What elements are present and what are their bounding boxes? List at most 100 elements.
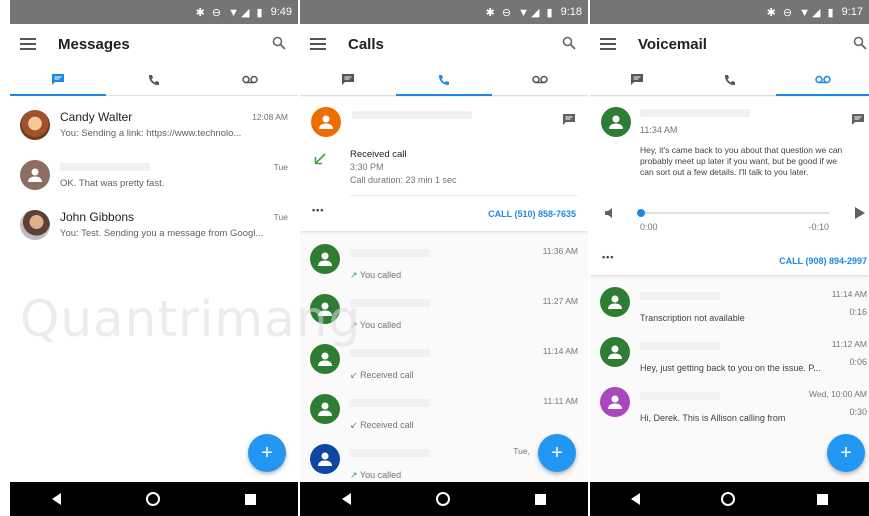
call-type: You called (359, 270, 402, 280)
messages-screen: ✱ ⊖ ▼◢ ▮ 9:49 Messages Candy Walter You:… (10, 0, 298, 516)
more-options-button[interactable]: ••• (312, 205, 324, 215)
home-icon[interactable] (721, 492, 736, 506)
nav-bar (300, 482, 588, 516)
app-bar: Messages (10, 24, 298, 64)
received-call-icon (314, 153, 326, 165)
avatar (600, 387, 630, 417)
tab-bar (10, 64, 298, 96)
more-options-button[interactable]: ••• (602, 252, 614, 262)
message-time: 12:08 AM (252, 112, 288, 122)
person-icon (608, 395, 622, 409)
call-type: Received call (360, 370, 414, 380)
message-preview: You: Test. Sending you a message from Go… (60, 228, 264, 239)
phone-icon (439, 74, 449, 85)
call-time: 11:14 AM (542, 346, 578, 356)
person-icon (319, 115, 333, 129)
dialpad-button[interactable]: + (538, 434, 576, 472)
play-icon[interactable] (854, 207, 865, 219)
speaker-icon[interactable] (604, 207, 616, 219)
tab-voicemail[interactable] (492, 64, 588, 95)
tab-calls[interactable] (683, 64, 776, 95)
tab-voicemail[interactable] (202, 64, 298, 95)
menu-icon[interactable] (600, 38, 616, 50)
playback-slider[interactable] (637, 209, 829, 217)
tab-messages[interactable] (10, 64, 106, 96)
list-item[interactable]: ↗ You called 11:36 AM (300, 240, 588, 290)
contact-name: John Gibbons (60, 210, 135, 224)
call-type: You called (359, 470, 402, 480)
avatar (310, 394, 340, 424)
avatar (310, 444, 340, 474)
back-icon[interactable] (52, 493, 62, 505)
call-type: Received call (350, 149, 407, 160)
phone-icon (724, 74, 735, 85)
back-icon[interactable] (630, 493, 640, 505)
voicemail-duration: 0:30 (849, 407, 867, 417)
person-icon (318, 252, 332, 266)
call-time: Tue, (513, 446, 530, 456)
call-back-link[interactable]: CALL (510) 858-7635 (488, 209, 576, 219)
home-icon[interactable] (145, 492, 160, 506)
page-title: Voicemail (638, 35, 707, 53)
page-title: Calls (348, 35, 384, 53)
list-item[interactable]: ↙ Received call 11:11 AM (300, 390, 588, 440)
voicemail-time: 11:14 AM (831, 289, 867, 299)
received-call-icon: ↙ (350, 370, 358, 380)
message-icon[interactable] (562, 113, 576, 126)
nav-bar (10, 482, 298, 516)
tab-calls[interactable] (106, 64, 202, 95)
message-time: Tue (273, 212, 288, 222)
tab-voicemail[interactable] (776, 64, 869, 96)
message-icon[interactable] (851, 113, 865, 126)
tab-calls[interactable] (396, 64, 492, 96)
call-duration: Call duration: 23 min 1 sec (350, 175, 457, 185)
search-icon[interactable] (853, 36, 867, 50)
status-bar: ✱ ⊖ ▼◢ ▮ 9:18 (300, 0, 588, 24)
voicemail-icon (532, 75, 548, 84)
list-item[interactable]: OK. That was pretty fast. Tue (10, 152, 298, 202)
search-icon[interactable] (272, 36, 286, 50)
voicemail-icon (242, 75, 258, 84)
recents-icon[interactable] (534, 493, 546, 505)
avatar (310, 344, 340, 374)
tab-messages[interactable] (590, 64, 683, 95)
list-item[interactable]: Hey, just getting back to you on the iss… (590, 333, 869, 383)
elapsed-time: 0:00 (640, 222, 658, 232)
call-time: 11:11 AM (543, 396, 578, 406)
back-icon[interactable] (342, 493, 352, 505)
voicemail-duration: 0:06 (849, 357, 867, 367)
message-icon (342, 74, 354, 85)
recents-icon[interactable] (817, 493, 829, 505)
menu-icon[interactable] (20, 38, 36, 50)
new-message-button[interactable]: + (248, 434, 286, 472)
contact-name (60, 160, 288, 175)
tab-bar (300, 64, 588, 96)
avatar (311, 107, 341, 137)
list-item[interactable]: Transcription not available 11:14 AM 0:1… (590, 283, 869, 333)
list-item[interactable]: Candy Walter You: Sending a link: https:… (10, 102, 298, 152)
slider-thumb[interactable] (637, 209, 645, 217)
voicemail-time: 11:12 AM (831, 339, 867, 349)
search-icon[interactable] (562, 36, 576, 50)
list-item[interactable]: Hi, Derek. This is Allison calling from … (590, 383, 869, 433)
avatar (20, 210, 50, 240)
dialpad-button[interactable]: + (827, 434, 865, 472)
message-icon (52, 74, 64, 85)
home-icon[interactable] (435, 492, 450, 506)
voicemail-text: Hey, just getting back to you on the iss… (640, 363, 821, 373)
tab-messages[interactable] (300, 64, 396, 95)
expanded-voicemail-card[interactable]: 11:34 AM Hey, it's came back to you abou… (590, 97, 869, 275)
call-back-link[interactable]: CALL (908) 894-2997 (779, 256, 867, 266)
app-bar: Calls (300, 24, 588, 64)
voicemail-icon (814, 75, 831, 84)
recents-icon[interactable] (244, 493, 256, 505)
list-item[interactable]: John Gibbons You: Test. Sending you a me… (10, 202, 298, 252)
status-bar: ✱ ⊖ ▼◢ ▮ 9:17 (590, 0, 869, 24)
avatar (600, 337, 630, 367)
menu-icon[interactable] (310, 38, 326, 50)
call-type: Received call (360, 420, 414, 430)
expanded-call-card[interactable]: Received call 3:30 PM Call duration: 23 … (300, 97, 588, 231)
voicemail-list: Transcription not available 11:14 AM 0:1… (590, 283, 869, 433)
phone-icon (149, 74, 159, 85)
received-call-icon: ↙ (350, 420, 358, 430)
